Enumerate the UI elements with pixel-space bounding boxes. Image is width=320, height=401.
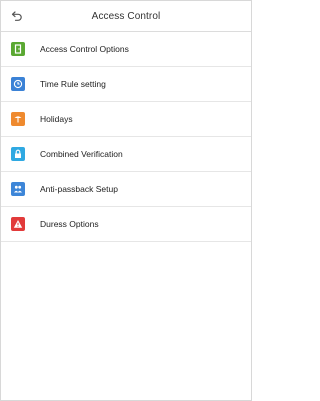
menu-item-label: Access Control Options [40,44,129,54]
menu-list: Access Control Options Time Rule setting… [1,32,251,242]
clock-icon [11,77,25,91]
screen: Access Control Access Control Options Ti… [0,0,252,401]
warning-icon [11,217,25,231]
menu-item-holidays[interactable]: Holidays [1,102,251,137]
door-icon [11,42,25,56]
holiday-icon [11,112,25,126]
menu-item-label: Holidays [40,114,73,124]
menu-item-label: Duress Options [40,219,99,229]
menu-item-combined-verification[interactable]: Combined Verification [1,137,251,172]
page-title: Access Control [91,10,161,22]
users-icon [11,182,25,196]
lock-icon [11,147,25,161]
menu-item-access-control-options[interactable]: Access Control Options [1,32,251,67]
menu-item-duress-options[interactable]: Duress Options [1,207,251,242]
back-arrow-icon[interactable] [7,6,27,26]
menu-item-label: Anti-passback Setup [40,184,118,194]
menu-item-label: Time Rule setting [40,79,106,89]
menu-item-time-rule-setting[interactable]: Time Rule setting [1,67,251,102]
header-bar: Access Control [1,1,251,32]
menu-item-anti-passback-setup[interactable]: Anti-passback Setup [1,172,251,207]
menu-item-label: Combined Verification [40,149,123,159]
